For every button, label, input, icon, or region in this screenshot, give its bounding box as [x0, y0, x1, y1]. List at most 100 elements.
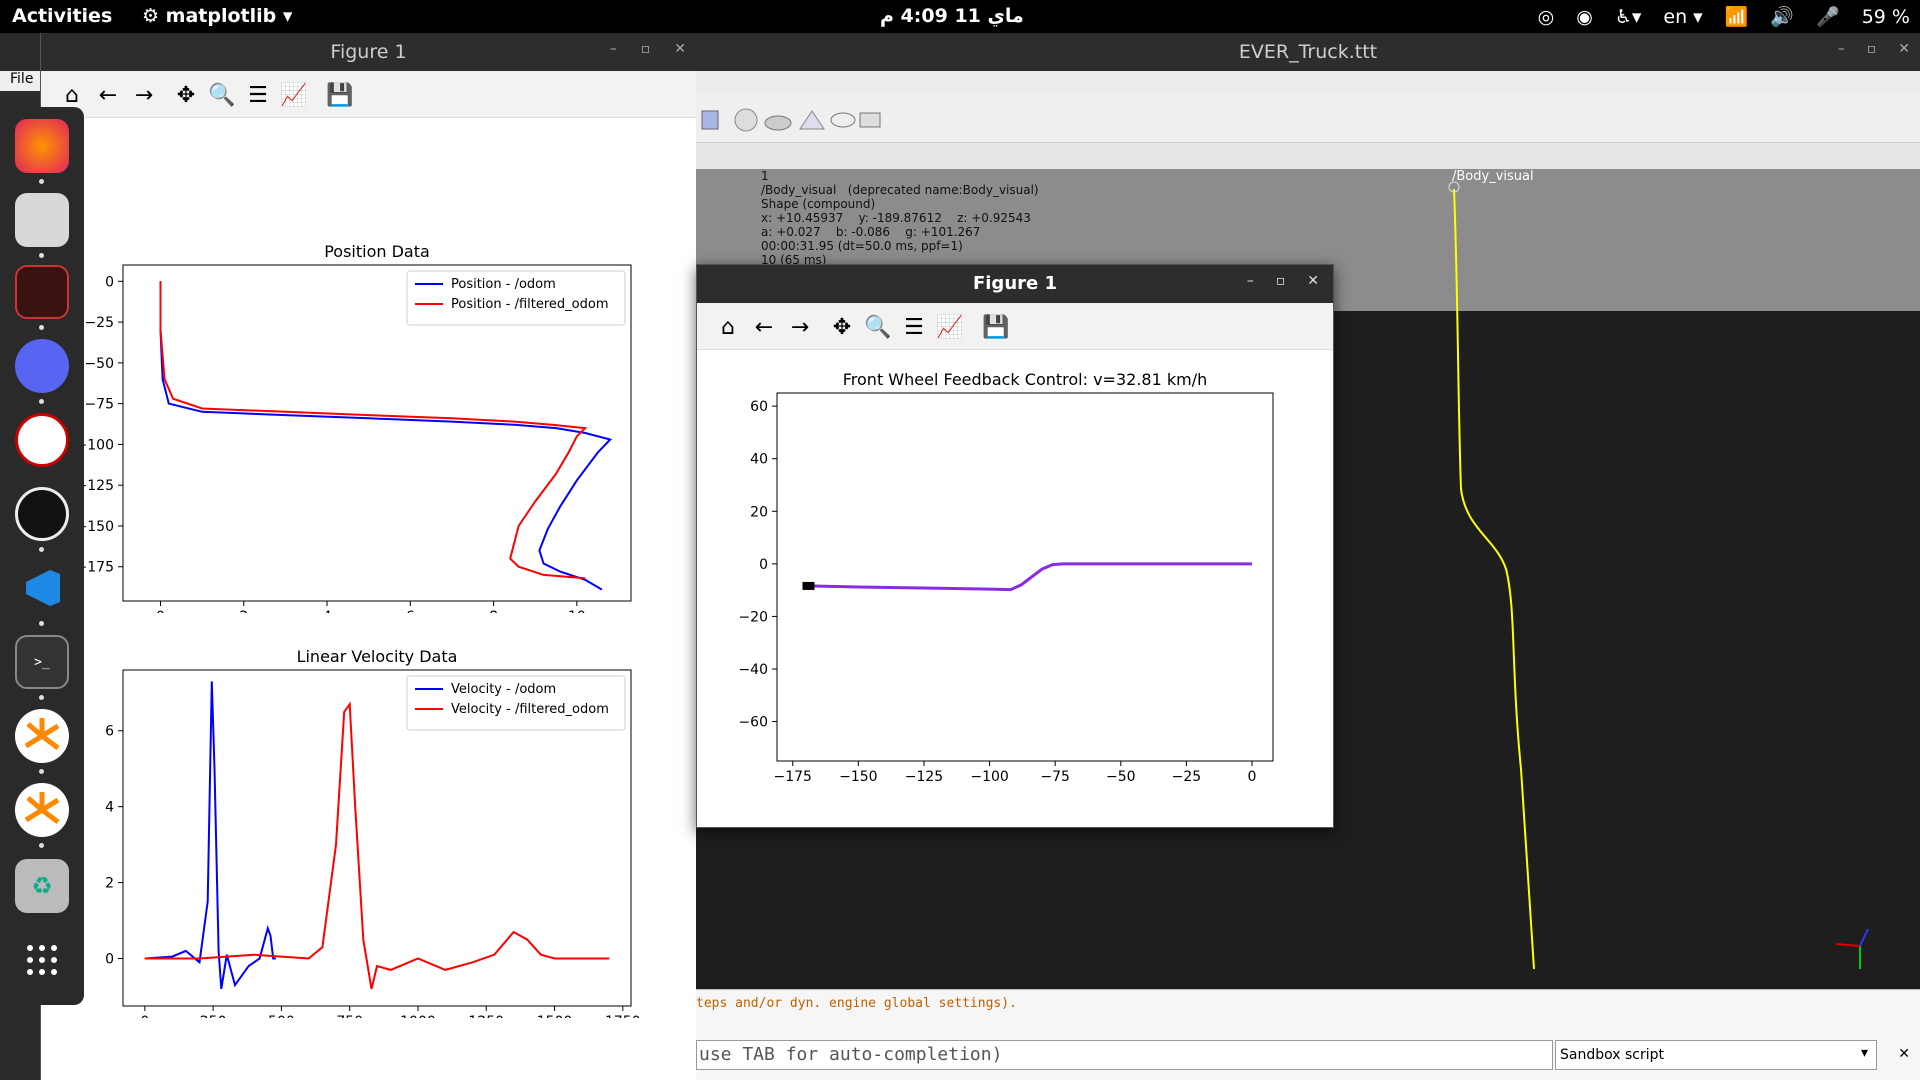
chart-title: Front Wheel Feedback Control: v=32.81 km… [843, 370, 1207, 389]
system-tray[interactable]: ◎ ◉ ♿▾ en ▾ 📶 🔊 🎤 59 % [1538, 5, 1910, 29]
simulator-window-controls: – ▫ ✕ [1838, 41, 1910, 57]
show-apps-icon[interactable] [15, 933, 69, 987]
minimize-icon[interactable]: – [1247, 273, 1254, 289]
close-icon[interactable]: ✕ [1307, 273, 1319, 289]
pan-icon[interactable]: ✥ [827, 312, 857, 342]
zoom-icon[interactable]: 🔍 [207, 80, 237, 110]
edit-curve-icon[interactable]: 📈 [279, 80, 309, 110]
back-arrow-icon[interactable]: ← [93, 80, 123, 110]
pan-icon[interactable]: ✥ [171, 80, 201, 110]
close-icon[interactable]: ✕ [674, 41, 686, 57]
y-tick-label: 40 [750, 452, 768, 468]
trash-icon[interactable]: ♻ [15, 859, 69, 913]
maximize-icon[interactable]: ▫ [1276, 273, 1286, 289]
y-tick-label: 20 [750, 504, 768, 520]
file-menu[interactable]: File [0, 71, 40, 91]
script-select[interactable]: Sandbox script ▾ [1555, 1040, 1877, 1070]
simulator-toolbar-icons [701, 108, 881, 132]
console-input[interactable]: use TAB for auto-completion) [696, 1040, 1553, 1070]
trajectory-chart: Front Wheel Feedback Control: v=32.81 km… [738, 370, 1274, 785]
discord-tray-icon[interactable]: ◉ [1576, 6, 1593, 28]
x-tick-label: −175 [774, 769, 812, 785]
y-tick-label: 60 [750, 399, 768, 415]
figure-left-window-controls: – ▫ ✕ [610, 41, 686, 57]
maximize-icon[interactable]: ▫ [641, 41, 651, 57]
forward-arrow-icon[interactable]: → [129, 80, 159, 110]
figure-left-title: Figure 1 [41, 33, 696, 71]
position-chart: Position Data02468100−25−50−75−100−125−1… [63, 242, 632, 613]
files-icon[interactable] [15, 193, 69, 247]
console-message: teps and/or dyn. engine global settings)… [696, 996, 1017, 1011]
vscode-icon[interactable] [15, 561, 69, 615]
clock-tool-icon [734, 108, 758, 132]
discord-icon[interactable] [15, 339, 69, 393]
x-tick-label: 1250 [468, 1014, 504, 1018]
maximize-icon[interactable]: ▫ [1867, 41, 1877, 57]
back-arrow-icon[interactable]: ← [749, 312, 779, 342]
x-tick-label: −50 [1106, 769, 1136, 785]
activities-button[interactable]: Activities [12, 5, 112, 27]
y-tick-label: −50 [84, 356, 114, 372]
firefox-icon[interactable] [15, 119, 69, 173]
obs-icon[interactable] [15, 487, 69, 541]
x-tick-label: −150 [839, 769, 877, 785]
accessibility-icon[interactable]: ♿▾ [1615, 6, 1642, 28]
app-menu-icon: ⚙ [142, 5, 166, 27]
top-bar: Activities ⚙ matplotlib ▾ ماي 11 4:09 م … [0, 0, 1920, 33]
x-tick-label: −100 [970, 769, 1008, 785]
gymnast-app-icon[interactable] [15, 413, 69, 467]
figure-right-toolbar: ⌂ ← → ✥ 🔍 ☰ 📈 💾 [697, 303, 1333, 350]
y-tick-label: −25 [84, 315, 114, 331]
chromium-icon[interactable]: ◎ [1538, 6, 1555, 28]
x-tick-label: −75 [1040, 769, 1070, 785]
eye-icon [830, 112, 856, 128]
x-tick-label: 500 [268, 1014, 295, 1018]
language-selector[interactable]: en ▾ [1663, 6, 1702, 28]
forward-arrow-icon[interactable]: → [785, 312, 815, 342]
rabbit-icon [799, 110, 825, 130]
turtle-icon [764, 115, 792, 131]
save-icon[interactable]: 💾 [325, 80, 355, 110]
figure-window-left: Figure 1 – ▫ ✕ ⌂←→ ✥🔍☰📈 💾 Position Data 0 2 4… [40, 33, 696, 1080]
simulator-toolbar [696, 93, 1920, 143]
y-tick-label: 4 [105, 800, 114, 816]
legend-label: Position - /odom [451, 277, 556, 292]
subplots-icon[interactable]: ☰ [243, 80, 273, 110]
y-tick-label: −20 [738, 609, 768, 625]
edit-curve-icon[interactable]: 📈 [935, 312, 965, 342]
zoom-icon[interactable]: 🔍 [863, 312, 893, 342]
square-tool-icon [701, 110, 719, 130]
console-close-icon[interactable]: ✕ [1898, 1046, 1910, 1062]
x-tick-label: 750 [336, 1014, 363, 1018]
volume-icon[interactable]: 🔊 [1770, 5, 1794, 28]
home-icon[interactable]: ⌂ [57, 80, 87, 110]
legend-label: Position - /filtered_odom [451, 297, 608, 312]
y-tick-label: −40 [738, 662, 768, 678]
chevron-down-icon: ▾ [1860, 1045, 1868, 1061]
velocity-chart: Linear Velocity Data 0 250 500 750 1000 1250 15… [63, 647, 641, 1018]
app-menu[interactable]: ⚙ matplotlib ▾ [142, 5, 292, 27]
x-tick-label: −125 [905, 769, 943, 785]
wifi-icon[interactable]: 📶 [1725, 5, 1749, 28]
terminal-red-icon[interactable] [15, 265, 69, 319]
battery-indicator[interactable]: 59 % [1862, 6, 1910, 28]
terminal-icon[interactable]: >_ [15, 635, 69, 689]
rqt-icon-2[interactable] [15, 783, 69, 837]
simulator-subtoolbar [696, 143, 1920, 169]
y-tick-label: −60 [738, 715, 768, 731]
home-icon[interactable]: ⌂ [713, 312, 743, 342]
dock: >_ ♻ [0, 107, 84, 1005]
x-tick-label: 0 [140, 1014, 149, 1018]
figure-left-toolbar: ⌂ ← → ✥ 🔍 ☰ 📈 💾 [41, 71, 696, 118]
close-icon[interactable]: ✕ [1898, 41, 1910, 57]
x-tick-label: −25 [1172, 769, 1202, 785]
mic-icon[interactable]: 🎤 [1816, 5, 1840, 28]
subplots-icon[interactable]: ☰ [899, 312, 929, 342]
clock[interactable]: ماي 11 4:09 م [880, 5, 1024, 27]
save-icon[interactable]: 💾 [981, 312, 1011, 342]
minimize-icon[interactable]: – [610, 41, 617, 57]
minimize-icon[interactable]: – [1838, 41, 1845, 57]
rqt-icon[interactable] [15, 709, 69, 763]
x-tick-label: 1500 [537, 1014, 573, 1018]
x-tick-label: 0 [1248, 769, 1257, 785]
